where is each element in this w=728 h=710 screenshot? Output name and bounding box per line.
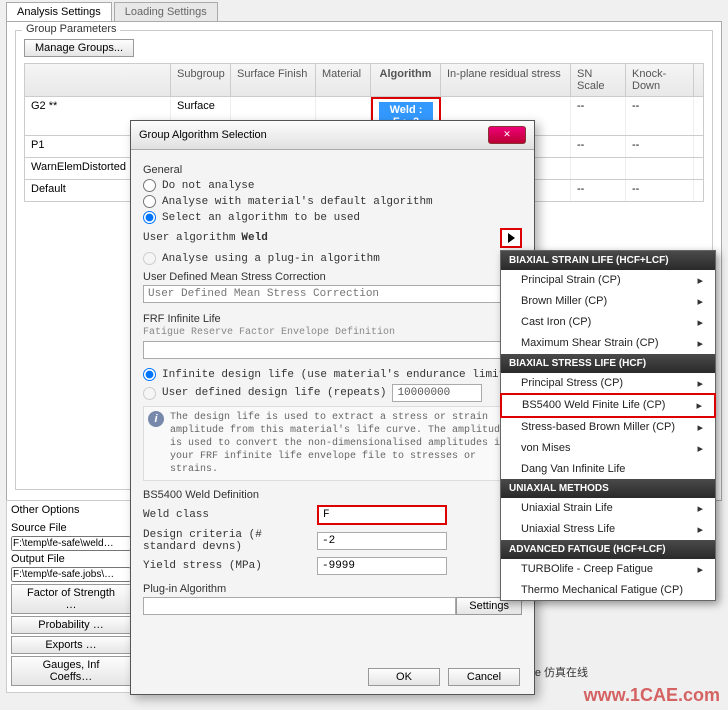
mean-stress-label: User Defined Mean Stress Correction [143, 271, 522, 283]
col-subgroup[interactable]: Subgroup [171, 64, 231, 96]
main-tabs: Analysis Settings Loading Settings [0, 0, 728, 21]
ok-button[interactable]: OK [368, 668, 440, 686]
menu-item-bs5400-weld[interactable]: BS5400 Weld Finite Life (CP)▸ [500, 393, 716, 418]
col-in-plane[interactable]: In-plane residual stress [441, 64, 571, 96]
other-options-panel: Other Options Source File Output File Fa… [6, 500, 136, 693]
chevron-right-icon: ▸ [697, 295, 703, 308]
col-knock-down[interactable]: Knock-Down [626, 64, 694, 96]
source-file-input[interactable] [11, 536, 131, 551]
probability-button[interactable]: Probability … [11, 616, 131, 634]
manage-groups-button[interactable]: Manage Groups... [24, 39, 134, 57]
algorithm-menu: BIAXIAL STRAIN LIFE (HCF+LCF) Principal … [500, 250, 716, 601]
cancel-button[interactable]: Cancel [448, 668, 520, 686]
menu-header-biaxial-stress: BIAXIAL STRESS LIFE (HCF) [501, 354, 715, 373]
info-icon: i [148, 411, 164, 427]
menu-item-thermo-mechanical[interactable]: Thermo Mechanical Fatigue (CP) [501, 580, 715, 600]
other-options-legend: Other Options [9, 504, 81, 516]
chevron-right-icon: ▸ [697, 523, 703, 536]
weld-class-label: Weld class [143, 509, 313, 521]
menu-item-uniaxial-strain[interactable]: Uniaxial Strain Life▸ [501, 498, 715, 519]
design-life-input [392, 384, 482, 402]
chevron-right-icon: ▸ [696, 399, 702, 412]
menu-item-principal-strain[interactable]: Principal Strain (CP)▸ [501, 270, 715, 291]
col-material[interactable]: Material [316, 64, 371, 96]
chevron-right-icon: ▸ [697, 442, 703, 455]
frf-label: FRF Infinite Life [143, 313, 522, 325]
frf-desc: Fatigue Reserve Factor Envelope Definiti… [143, 327, 522, 338]
col-sn-scale[interactable]: SN Scale [571, 64, 626, 96]
output-file-label: Output File [11, 553, 131, 565]
exports-button[interactable]: Exports … [11, 636, 131, 654]
radio-do-not-analyse[interactable] [143, 179, 156, 192]
table-header: Subgroup Surface Finish Material Algorit… [24, 63, 704, 97]
factor-of-strength-button[interactable]: Factor of Strength … [11, 584, 131, 614]
chevron-right-icon: ▸ [697, 563, 703, 576]
menu-header-biaxial-strain: BIAXIAL STRAIN LIFE (HCF+LCF) [501, 251, 715, 270]
radio-user-defined-life [143, 387, 156, 400]
algorithm-select-button[interactable] [500, 228, 522, 248]
radio-infinite-life[interactable] [143, 368, 156, 381]
mean-stress-input[interactable] [143, 285, 522, 303]
info-text: The design life is used to extract a str… [170, 411, 517, 476]
gauges-button[interactable]: Gauges, Inf Coeffs… [11, 656, 131, 686]
general-label: General [143, 164, 522, 176]
output-file-input[interactable] [11, 567, 131, 582]
frf-file-input[interactable] [143, 341, 522, 359]
design-criteria-label: Design criteria (# standard devns) [143, 529, 313, 553]
menu-item-stress-brown-miller[interactable]: Stress-based Brown Miller (CP)▸ [501, 417, 715, 438]
tab-loading-settings[interactable]: Loading Settings [114, 2, 218, 21]
menu-item-brown-miller[interactable]: Brown Miller (CP)▸ [501, 291, 715, 312]
menu-header-advanced: ADVANCED FATIGUE (HCF+LCF) [501, 540, 715, 559]
radio-plugin-algorithm [143, 252, 156, 265]
menu-header-uniaxial: UNIAXIAL METHODS [501, 479, 715, 498]
menu-item-principal-stress[interactable]: Principal Stress (CP)▸ [501, 373, 715, 394]
chevron-right-icon: ▸ [697, 274, 703, 287]
user-algorithm-value: Weld [241, 232, 267, 244]
bs5400-label: BS5400 Weld Definition [143, 489, 522, 501]
source-file-label: Source File [11, 522, 131, 534]
menu-item-von-mises[interactable]: von Mises▸ [501, 438, 715, 459]
yield-stress-label: Yield stress (MPa) [143, 560, 313, 572]
plugin-input [143, 597, 456, 615]
chevron-right-icon: ▸ [697, 421, 703, 434]
chevron-right-icon: ▸ [697, 377, 703, 390]
watermark-url: www.1CAE.com [584, 685, 720, 706]
col-surface-finish[interactable]: Surface Finish [231, 64, 316, 96]
radio-default-algorithm[interactable] [143, 195, 156, 208]
plugin-label: Plug-in Algorithm [143, 583, 522, 595]
chevron-right-icon: ▸ [697, 316, 703, 329]
menu-item-turbolife[interactable]: TURBOlife - Creep Fatigue▸ [501, 559, 715, 580]
menu-item-uniaxial-stress[interactable]: Uniaxial Stress Life▸ [501, 519, 715, 540]
yield-stress-input[interactable] [317, 557, 447, 575]
info-panel: i The design life is used to extract a s… [143, 406, 522, 481]
group-parameters-legend: Group Parameters [22, 23, 120, 35]
menu-item-cast-iron[interactable]: Cast Iron (CP)▸ [501, 312, 715, 333]
close-button[interactable]: ✕ [488, 126, 526, 144]
user-algorithm-label: User algorithm [143, 232, 235, 244]
radio-select-algorithm[interactable] [143, 211, 156, 224]
menu-item-max-shear-strain[interactable]: Maximum Shear Strain (CP)▸ [501, 333, 715, 354]
col-algorithm[interactable]: Algorithm [371, 64, 441, 96]
chevron-right-icon: ▸ [697, 337, 703, 350]
dialog-titlebar[interactable]: Group Algorithm Selection ✕ [131, 121, 534, 150]
design-criteria-input[interactable] [317, 532, 447, 550]
menu-item-dang-van[interactable]: Dang Van Infinite Life [501, 459, 715, 479]
tab-analysis-settings[interactable]: Analysis Settings [6, 2, 112, 21]
group-algorithm-dialog: Group Algorithm Selection ✕ General Do n… [130, 120, 535, 695]
weld-class-input[interactable] [317, 505, 447, 525]
chevron-right-icon: ▸ [697, 502, 703, 515]
dialog-title: Group Algorithm Selection [139, 129, 267, 141]
